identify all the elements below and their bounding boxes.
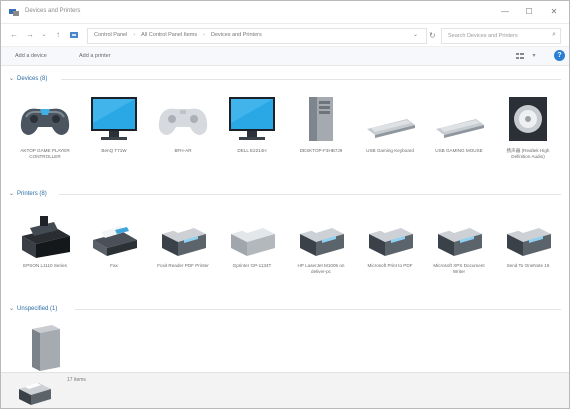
printer-label: Fax xyxy=(110,263,118,268)
explorer-window: Devices and Printers — ☐ ✕ ← → ⌄ ↑ Contr… xyxy=(0,0,570,409)
group-divider xyxy=(61,79,561,80)
group-header-unspecified[interactable]: ⌄ Unspecified (1) xyxy=(9,305,57,312)
printer-label: Send To OneNote 16 xyxy=(506,263,550,268)
printer-icon xyxy=(292,210,350,260)
command-bar: Add a device Add a printer ▾ ? xyxy=(1,47,569,66)
keyboard-icon xyxy=(361,95,419,145)
title-bar: Devices and Printers — ☐ ✕ xyxy=(1,1,569,24)
help-icon[interactable]: ? xyxy=(554,50,565,61)
printer-label: Microsoft XPS Document Writer xyxy=(433,263,485,274)
collapse-chevron-icon[interactable]: ⌄ xyxy=(9,191,14,197)
printer-icon xyxy=(499,210,557,260)
gamepad-icon xyxy=(16,95,74,145)
device-label: 扬声器 (Realtek High Definition Audio) xyxy=(506,148,550,159)
device-item[interactable]: AKTOP GAME PLAYER CONTROLLER xyxy=(12,95,78,160)
computer-tower-icon xyxy=(292,95,350,145)
printer-item[interactable]: Fax xyxy=(81,210,147,269)
device-label: BenQ T71W xyxy=(101,148,127,153)
printer-label: Microsoft Print to PDF xyxy=(367,263,413,268)
fax-icon xyxy=(85,210,143,260)
printer-item[interactable]: HP LaserJet M1005 on deliver-pc xyxy=(288,210,354,275)
printer-item[interactable]: Gprinter GP-1134T xyxy=(219,210,285,269)
address-dropdown-icon[interactable]: ⌄ xyxy=(413,31,418,38)
device-label: USB Gaming Keyboard xyxy=(366,148,414,153)
printer-label: HP LaserJet M1005 on deliver-pc xyxy=(297,263,345,274)
address-bar[interactable]: Control Panel › All Control Panel Items … xyxy=(87,28,427,44)
up-arrow-icon[interactable]: ↑ xyxy=(53,30,63,40)
group-divider xyxy=(59,194,561,195)
breadcrumb-separator-icon: › xyxy=(133,32,136,38)
device-item[interactable]: BenQ T71W xyxy=(81,95,147,154)
printer-item[interactable]: Microsoft Print to PDF xyxy=(357,210,423,269)
collapse-chevron-icon[interactable]: ⌄ xyxy=(9,306,14,312)
printer-icon xyxy=(361,210,419,260)
collapse-chevron-icon[interactable]: ⌄ xyxy=(9,76,14,82)
unspecified-item[interactable] xyxy=(12,321,78,374)
inkjet-printer-icon xyxy=(16,210,74,260)
printer-item[interactable]: Foxit Reader PDF Printer xyxy=(150,210,216,269)
view-dropdown-icon[interactable]: ▾ xyxy=(529,51,539,61)
search-icon: ⌕ xyxy=(552,31,556,38)
close-button[interactable]: ✕ xyxy=(544,5,564,19)
breadcrumb-devices-printers[interactable]: Devices and Printers xyxy=(211,32,262,38)
add-printer-button[interactable]: Add a printer xyxy=(79,51,111,61)
printer-item[interactable]: Microsoft XPS Document Writer xyxy=(426,210,492,275)
printer-label: Gprinter GP-1134T xyxy=(232,263,272,268)
device-label: DESKTOP-F3HB7J9 xyxy=(299,148,343,153)
devices-printers-app-icon xyxy=(9,8,19,16)
device-label: BFH-AR xyxy=(174,148,192,153)
device-item[interactable]: USB GAMING MOUSE xyxy=(426,95,492,154)
printer-icon xyxy=(430,210,488,260)
forward-arrow-icon[interactable]: → xyxy=(25,30,35,40)
status-printer-icon xyxy=(15,375,55,407)
computer-tower-icon xyxy=(16,321,74,371)
printer-icon xyxy=(154,210,212,260)
breadcrumb-separator-icon: › xyxy=(203,32,205,38)
printer-item[interactable]: Send To OneNote 16 xyxy=(495,210,561,269)
device-label: USB GAMING MOUSE xyxy=(435,148,483,153)
back-arrow-icon[interactable]: ← xyxy=(9,30,19,40)
printer-label: Foxit Reader PDF Printer xyxy=(157,263,209,268)
refresh-icon[interactable]: ↻ xyxy=(429,31,436,40)
item-count: 17 items xyxy=(67,377,86,383)
group-divider xyxy=(75,309,561,310)
device-item[interactable]: DELL E2214H xyxy=(219,95,285,154)
address-row: ← → ⌄ ↑ Control Panel › All Control Pane… xyxy=(1,24,569,47)
search-input[interactable]: Search Devices and Printers ⌕ xyxy=(441,28,561,44)
monitor-icon xyxy=(223,95,281,145)
device-item[interactable]: 扬声器 (Realtek High Definition Audio) xyxy=(495,95,561,160)
group-header-devices[interactable]: ⌄ Devices (8) xyxy=(9,75,47,82)
keyboard-icon xyxy=(430,95,488,145)
monitor-icon xyxy=(85,95,143,145)
device-label: AKTOP GAME PLAYER CONTROLLER xyxy=(20,148,70,159)
add-device-button[interactable]: Add a device xyxy=(15,51,47,61)
breadcrumb-all-items[interactable]: All Control Panel Items xyxy=(141,32,197,38)
printer-faded-icon xyxy=(223,210,281,260)
device-item[interactable]: USB Gaming Keyboard xyxy=(357,95,423,154)
printer-label: EPSON L1110 Series xyxy=(23,263,67,268)
status-bar: 17 items xyxy=(1,372,569,408)
speaker-icon xyxy=(499,95,557,145)
minimize-button[interactable]: — xyxy=(495,5,515,19)
device-label: DELL E2214H xyxy=(237,148,267,153)
printer-item[interactable]: EPSON L1110 Series xyxy=(12,210,78,269)
maximize-button[interactable]: ☐ xyxy=(519,5,539,19)
search-placeholder: Search Devices and Printers xyxy=(448,32,518,39)
control-panel-icon xyxy=(69,30,79,40)
window-title: Devices and Printers xyxy=(25,8,81,14)
breadcrumb-control-panel[interactable]: Control Panel xyxy=(94,32,127,38)
device-item[interactable]: DESKTOP-F3HB7J9 xyxy=(288,95,354,154)
recent-locations-chevron-icon[interactable]: ⌄ xyxy=(39,30,49,40)
view-options-icon[interactable] xyxy=(515,51,525,61)
gamepad-icon xyxy=(154,95,212,145)
group-header-printers[interactable]: ⌄ Printers (8) xyxy=(9,190,47,197)
device-item[interactable]: BFH-AR xyxy=(150,95,216,154)
